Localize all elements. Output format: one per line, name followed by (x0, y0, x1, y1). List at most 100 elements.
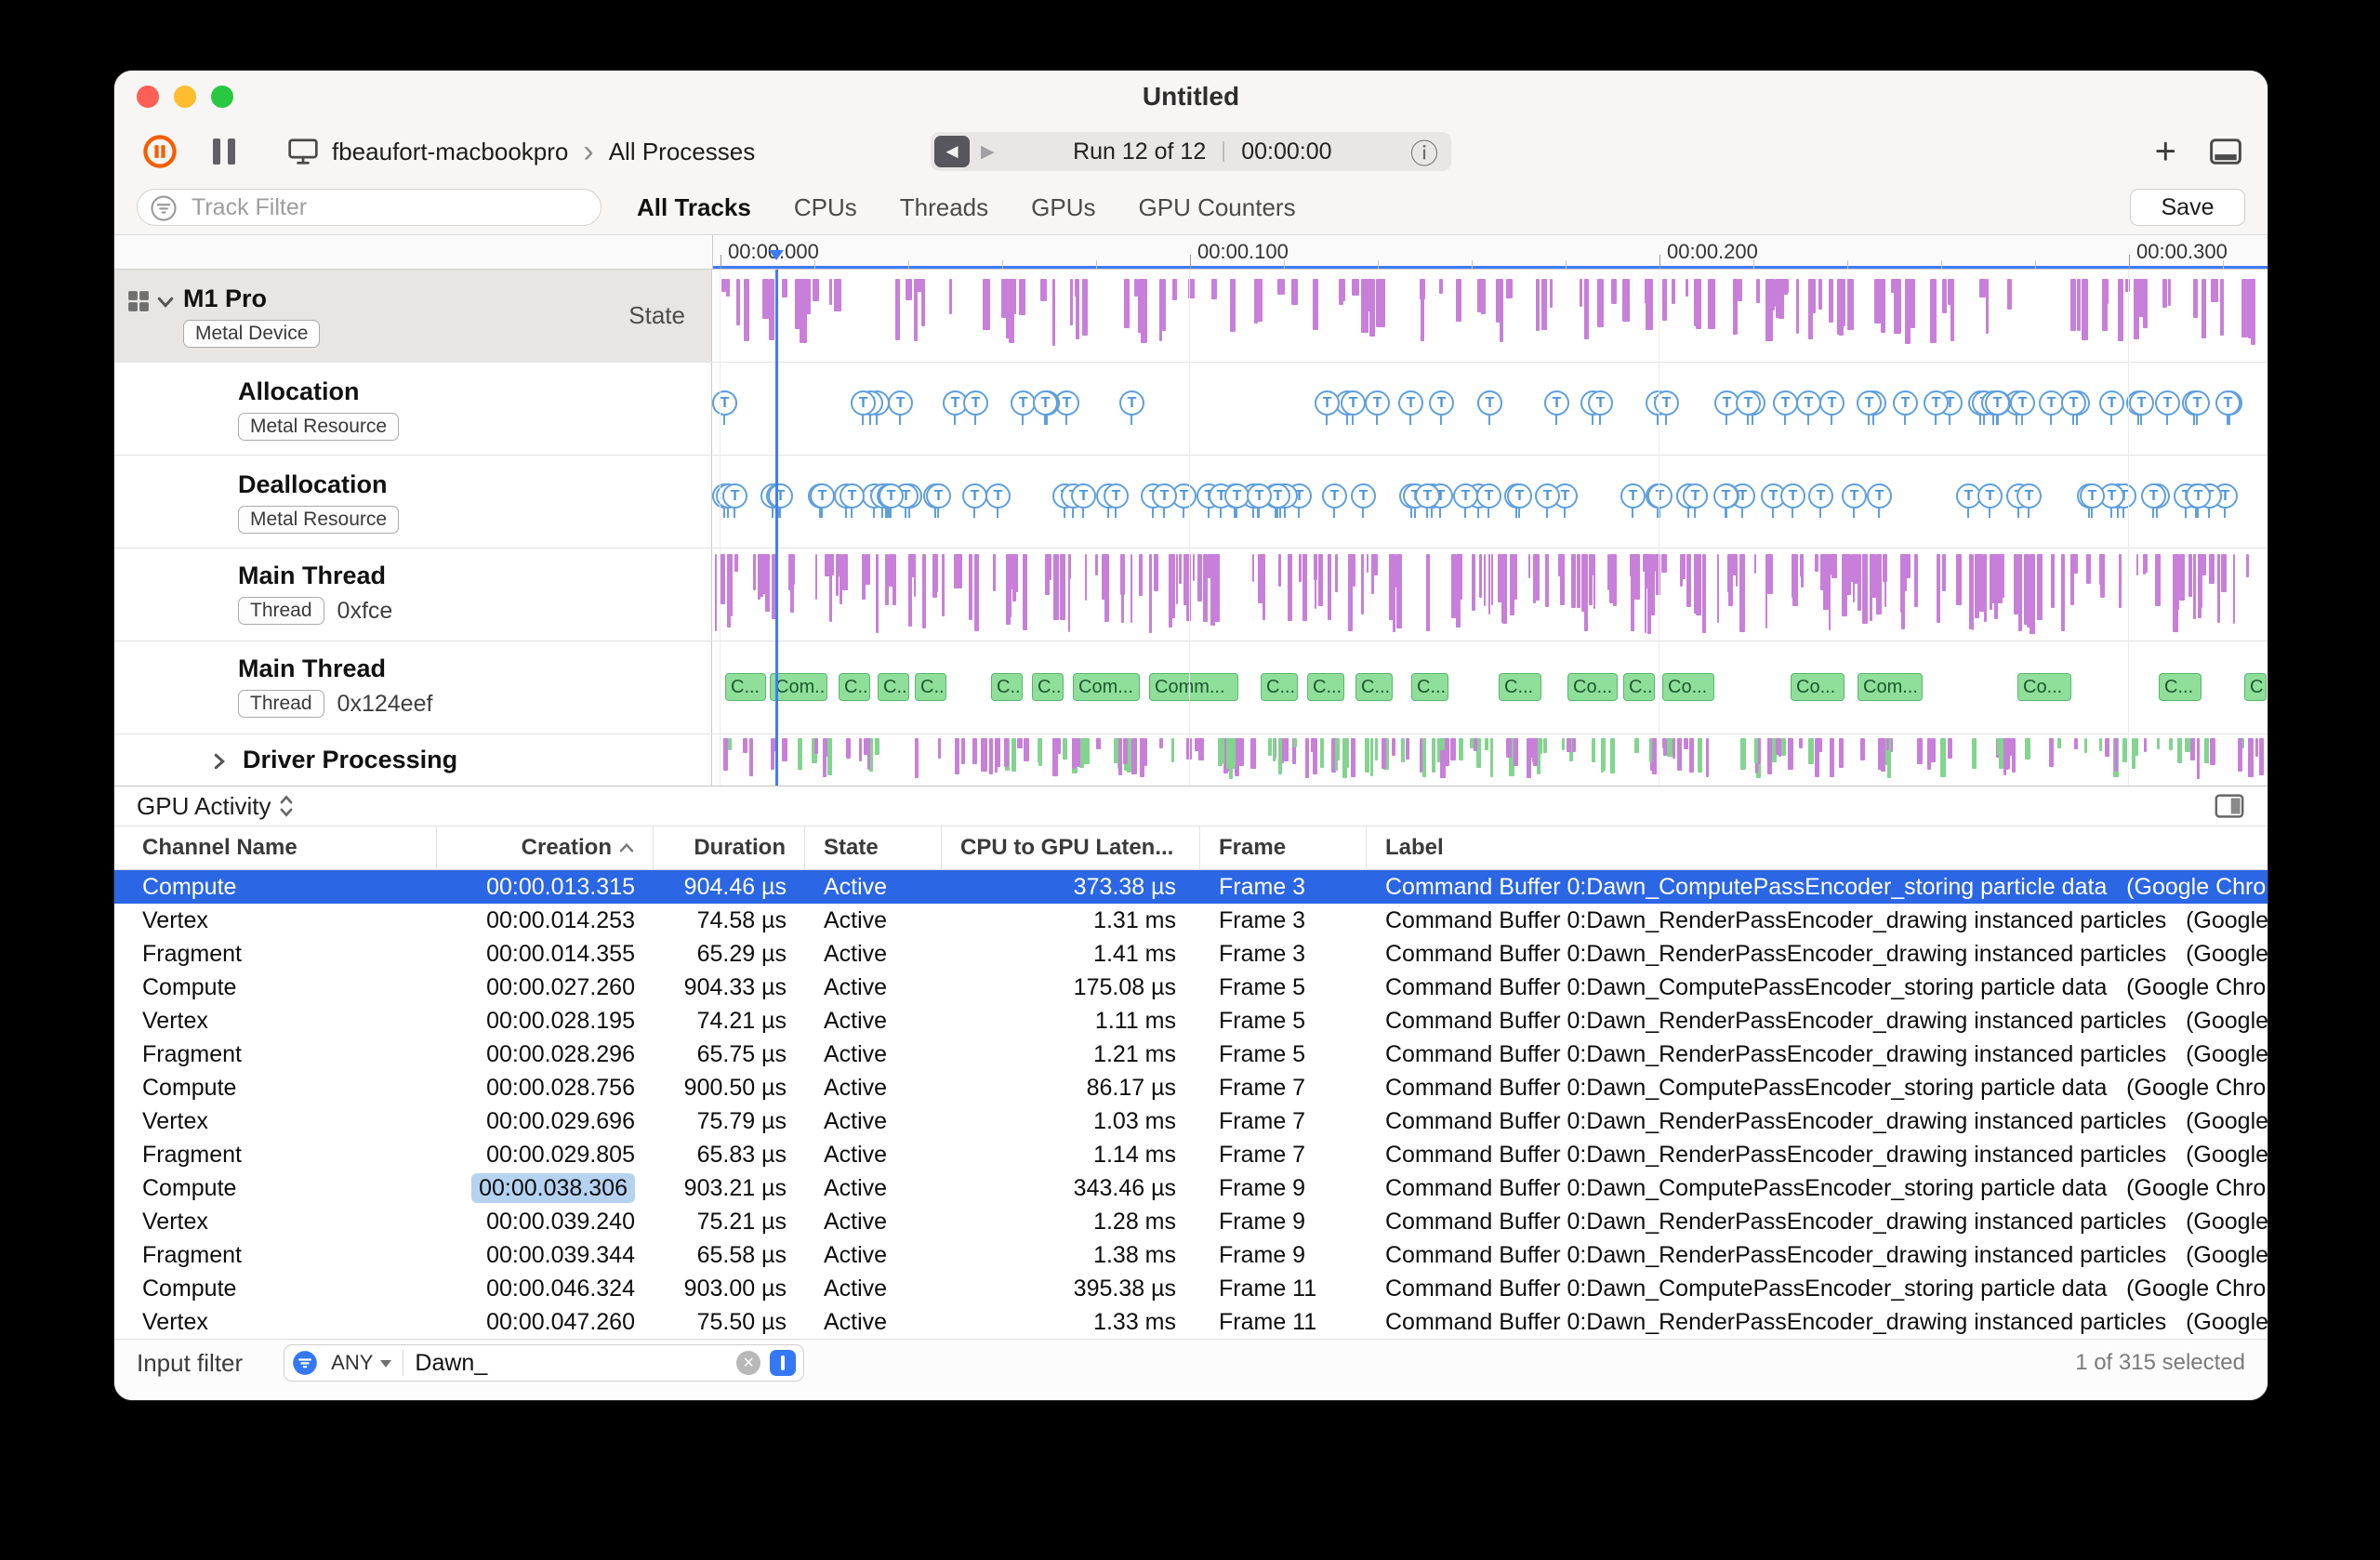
interval-segment[interactable]: C... (725, 673, 766, 701)
activity-bar[interactable] (1815, 554, 1818, 572)
detail-view-select[interactable]: GPU Activity (137, 792, 295, 821)
activity-bar[interactable] (1870, 554, 1872, 621)
chevron-down-icon[interactable] (157, 296, 174, 309)
cell-frame[interactable]: Frame 3 (1200, 904, 1367, 937)
activity-bar[interactable] (1673, 738, 1675, 759)
add-instrument-button[interactable]: + (2155, 133, 2176, 170)
activity-bar[interactable] (1352, 279, 1359, 296)
activity-bar[interactable] (1450, 738, 1456, 760)
activity-bar[interactable] (1401, 738, 1405, 762)
activity-bar[interactable] (1979, 279, 1986, 297)
cell-latency[interactable]: 1.03 ms (942, 1104, 1200, 1138)
resource-event-pin[interactable]: T (851, 390, 876, 425)
cell-duration[interactable]: 75.21 µs (654, 1205, 805, 1238)
activity-bar[interactable] (1829, 554, 1831, 630)
cell-duration[interactable]: 900.50 µs (654, 1071, 805, 1104)
cell-channel[interactable]: Compute (114, 971, 437, 1004)
activity-bar[interactable] (1197, 554, 1202, 602)
cell-creation[interactable]: 00:00.013.315 (437, 870, 654, 904)
activity-bar[interactable] (1339, 279, 1343, 305)
activity-bar[interactable] (1533, 738, 1538, 766)
activity-bar[interactable] (1702, 554, 1706, 633)
resource-event-pin[interactable]: T (722, 483, 747, 518)
cell-channel[interactable]: Fragment (114, 1238, 437, 1272)
resource-event-pin[interactable]: T (1429, 390, 1454, 425)
cell-duration[interactable]: 903.21 µs (654, 1171, 805, 1205)
activity-bar[interactable] (829, 554, 832, 588)
resource-event-pin[interactable]: T (1588, 390, 1613, 425)
resource-event-pin[interactable]: T (1315, 390, 1340, 425)
activity-bar[interactable] (765, 554, 770, 612)
activity-bar[interactable] (1839, 738, 1844, 768)
activity-bar[interactable] (2193, 279, 2198, 318)
activity-bar[interactable] (1085, 554, 1087, 601)
resource-event-pin[interactable]: T (1398, 390, 1423, 425)
activity-bar[interactable] (1686, 554, 1691, 607)
activity-bar[interactable] (1972, 554, 1974, 630)
activity-bar[interactable] (1053, 554, 1059, 620)
resource-event-pin[interactable]: T (1808, 483, 1833, 518)
activity-bar[interactable] (1379, 279, 1385, 327)
activity-bar[interactable] (2169, 738, 2173, 750)
resource-event-pin[interactable]: T (1351, 483, 1376, 518)
activity-bar[interactable] (1063, 738, 1067, 760)
activity-bar[interactable] (1406, 738, 1409, 760)
activity-bar[interactable] (1186, 554, 1191, 621)
column-header-creation[interactable]: Creation (437, 826, 654, 869)
cell-channel[interactable]: Vertex (114, 904, 437, 937)
input-filter-query[interactable] (413, 1348, 728, 1378)
resource-event-pin[interactable]: T (1453, 483, 1478, 518)
activity-bar[interactable] (1536, 279, 1540, 331)
activity-bar[interactable] (1131, 738, 1137, 774)
activity-bar[interactable] (782, 738, 787, 761)
cell-duration[interactable]: 65.75 µs (654, 1038, 805, 1071)
activity-bar[interactable] (1426, 554, 1430, 631)
activity-bar[interactable] (1937, 554, 1940, 623)
resource-event-pin[interactable]: T (1341, 390, 1366, 425)
activity-bar[interactable] (2221, 554, 2227, 592)
token-toggle-icon[interactable] (770, 1350, 797, 1376)
cell-state[interactable]: Active (805, 1071, 942, 1104)
activity-bar[interactable] (762, 279, 769, 319)
activity-bar[interactable] (814, 738, 818, 754)
interval-segment[interactable]: C... (991, 673, 1023, 701)
cell-state[interactable]: Active (805, 971, 942, 1004)
cell-latency[interactable]: 1.21 ms (942, 1038, 1200, 1071)
cell-channel[interactable]: Vertex (114, 1305, 437, 1339)
activity-bar[interactable] (1038, 738, 1042, 766)
m1pro-state-lane[interactable] (712, 270, 2268, 362)
resource-event-pin[interactable]: T (810, 483, 835, 518)
activity-bar[interactable] (1694, 279, 1700, 326)
activity-bar[interactable] (1535, 554, 1540, 601)
cell-latency[interactable]: 1.11 ms (942, 1004, 1200, 1038)
activity-bar[interactable] (1474, 738, 1477, 751)
resource-event-pin[interactable]: T (2215, 390, 2241, 425)
interval-segment[interactable]: C... (878, 673, 909, 701)
activity-bar[interactable] (972, 738, 977, 764)
activity-bar[interactable] (1367, 554, 1368, 573)
cell-frame[interactable]: Frame 5 (1200, 971, 1367, 1004)
activity-bar[interactable] (1682, 554, 1686, 579)
cell-frame[interactable]: Frame 11 (1200, 1305, 1367, 1339)
interval-segment[interactable]: Com... (770, 673, 827, 701)
activity-bar[interactable] (1420, 279, 1425, 299)
activity-bar[interactable] (1484, 554, 1486, 606)
activity-bar[interactable] (1527, 738, 1531, 778)
activity-bar[interactable] (938, 738, 941, 759)
resource-event-pin[interactable]: T (1224, 483, 1250, 518)
activity-bar[interactable] (1012, 738, 1016, 772)
resource-event-pin[interactable]: T (2039, 390, 2064, 425)
activity-bar[interactable] (1818, 279, 1822, 310)
pause-button[interactable] (213, 139, 235, 165)
activity-bar[interactable] (736, 279, 740, 325)
activity-bar[interactable] (744, 279, 749, 341)
cell-latency[interactable]: 86.17 µs (942, 1071, 1200, 1104)
activity-bar[interactable] (813, 279, 819, 301)
activity-bar[interactable] (2157, 738, 2160, 749)
activity-bar[interactable] (989, 738, 993, 774)
activity-bar[interactable] (1839, 279, 1844, 336)
activity-bar[interactable] (1060, 554, 1065, 620)
activity-bar[interactable] (1765, 554, 1767, 628)
activity-bar[interactable] (1768, 279, 1775, 311)
activity-bar[interactable] (1193, 554, 1195, 581)
